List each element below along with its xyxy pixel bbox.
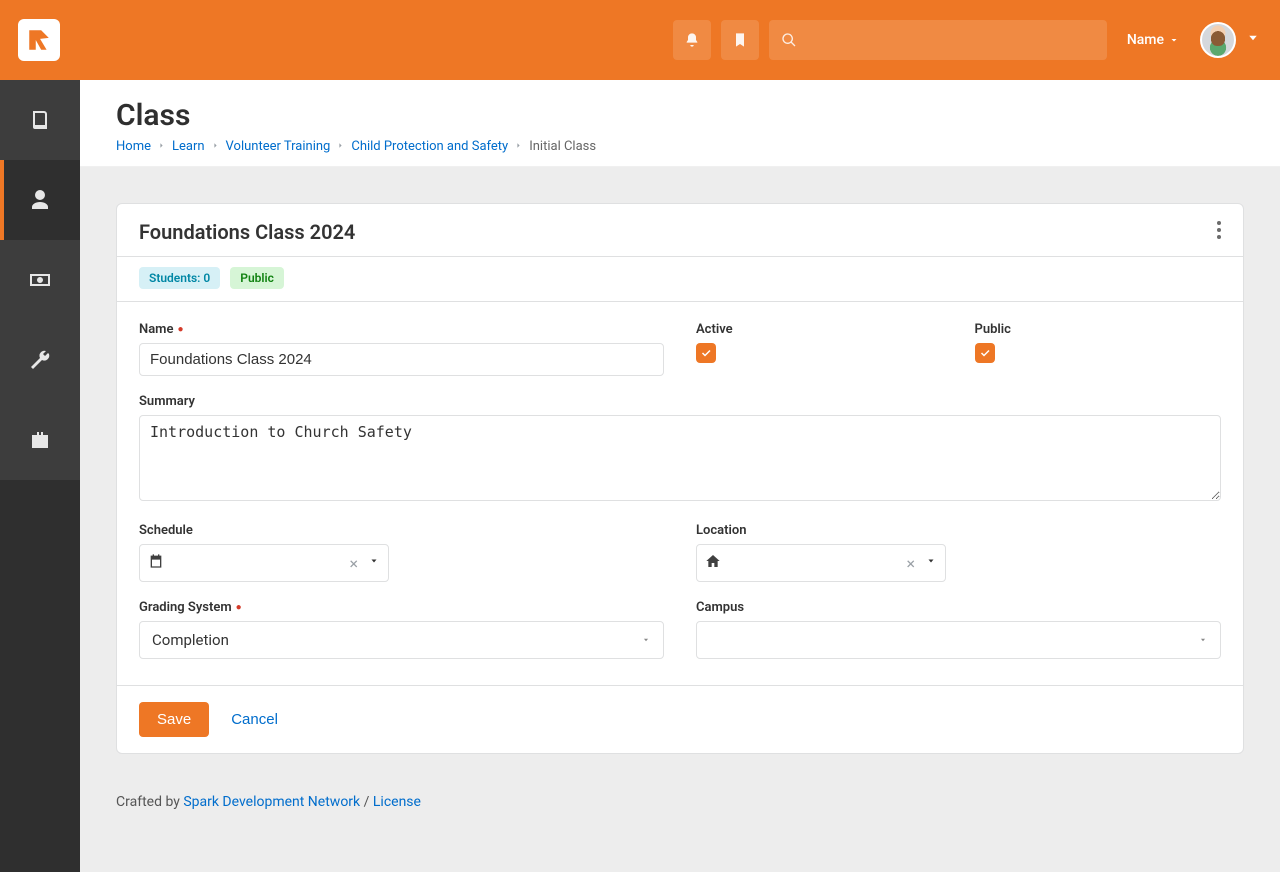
briefcase-icon bbox=[28, 428, 52, 452]
public-badge: Public bbox=[230, 267, 284, 289]
schedule-label: Schedule bbox=[139, 523, 664, 538]
caret-down-icon bbox=[1198, 631, 1208, 649]
grading-label: Grading System● bbox=[139, 600, 664, 615]
sidebar-item-tools[interactable] bbox=[0, 320, 80, 400]
caret-down-icon bbox=[641, 631, 651, 649]
sidebar-item-admin[interactable] bbox=[0, 400, 80, 480]
bookmark-icon bbox=[732, 32, 748, 48]
breadcrumb-child[interactable]: Child Protection and Safety bbox=[351, 139, 508, 154]
notifications-button[interactable] bbox=[673, 20, 711, 60]
active-label: Active bbox=[696, 322, 943, 337]
panel-menu-button[interactable] bbox=[1217, 221, 1221, 243]
grading-value: Completion bbox=[152, 631, 229, 649]
clear-icon[interactable]: × bbox=[904, 554, 917, 573]
campus-select[interactable] bbox=[696, 621, 1221, 659]
page-title: Class bbox=[116, 98, 1244, 133]
book-icon bbox=[28, 108, 52, 132]
avatar[interactable] bbox=[1200, 22, 1236, 58]
chevron-right-icon bbox=[336, 139, 345, 154]
person-icon bbox=[28, 188, 52, 212]
panel-title: Foundations Class 2024 bbox=[139, 220, 355, 244]
caret-down-icon bbox=[368, 555, 380, 571]
sidebar bbox=[0, 80, 80, 872]
rock-logo-icon bbox=[26, 27, 52, 53]
campus-label: Campus bbox=[696, 600, 1221, 615]
chevron-down-icon bbox=[1244, 29, 1262, 47]
search-icon bbox=[781, 32, 797, 48]
global-search[interactable] bbox=[769, 20, 1107, 60]
active-checkbox[interactable] bbox=[696, 343, 716, 363]
spark-link[interactable]: Spark Development Network bbox=[183, 794, 360, 810]
caret-down-icon bbox=[1168, 34, 1180, 46]
chevron-right-icon bbox=[514, 139, 523, 154]
sidebar-item-people[interactable] bbox=[0, 160, 80, 240]
name-field[interactable] bbox=[139, 343, 664, 376]
home-icon bbox=[705, 553, 721, 573]
grading-select[interactable]: Completion bbox=[139, 621, 664, 659]
profile-caret[interactable] bbox=[1244, 29, 1262, 51]
students-badge: Students: 0 bbox=[139, 267, 220, 289]
search-input[interactable] bbox=[805, 31, 1095, 49]
schedule-picker[interactable]: × bbox=[139, 544, 389, 582]
breadcrumb-learn[interactable]: Learn bbox=[172, 139, 205, 154]
chevron-right-icon bbox=[211, 139, 220, 154]
user-menu[interactable]: Name bbox=[1127, 32, 1180, 48]
app-logo[interactable] bbox=[18, 19, 60, 61]
class-panel: Foundations Class 2024 Students: 0 Publi… bbox=[116, 203, 1244, 754]
license-link[interactable]: License bbox=[373, 794, 421, 810]
public-checkbox[interactable] bbox=[975, 343, 995, 363]
page-header: Class Home Learn Volunteer Training Chil… bbox=[80, 80, 1280, 167]
username-label: Name bbox=[1127, 32, 1164, 48]
caret-down-icon bbox=[925, 555, 937, 571]
money-icon bbox=[28, 268, 52, 292]
breadcrumb-current: Initial Class bbox=[529, 139, 596, 154]
bookmarks-button[interactable] bbox=[721, 20, 759, 60]
top-bar: Name bbox=[0, 0, 1280, 80]
breadcrumb: Home Learn Volunteer Training Child Prot… bbox=[116, 139, 1244, 154]
name-label: Name● bbox=[139, 322, 664, 337]
breadcrumb-volunteer[interactable]: Volunteer Training bbox=[226, 139, 331, 154]
location-label: Location bbox=[696, 523, 1221, 538]
clear-icon[interactable]: × bbox=[347, 554, 360, 573]
sidebar-item-finance[interactable] bbox=[0, 240, 80, 320]
kebab-icon bbox=[1217, 221, 1221, 239]
sidebar-item-book[interactable] bbox=[0, 80, 80, 160]
location-picker[interactable]: × bbox=[696, 544, 946, 582]
check-icon bbox=[979, 347, 991, 359]
chevron-right-icon bbox=[157, 139, 166, 154]
wrench-icon bbox=[28, 348, 52, 372]
page-footer: Crafted by Spark Development Network / L… bbox=[116, 794, 1244, 810]
save-button[interactable]: Save bbox=[139, 702, 209, 737]
summary-label: Summary bbox=[139, 394, 1221, 409]
cancel-button[interactable]: Cancel bbox=[231, 711, 278, 728]
calendar-icon bbox=[148, 553, 164, 573]
check-icon bbox=[700, 347, 712, 359]
breadcrumb-home[interactable]: Home bbox=[116, 139, 151, 154]
public-label: Public bbox=[975, 322, 1222, 337]
summary-field[interactable] bbox=[139, 415, 1221, 501]
bell-icon bbox=[684, 32, 700, 48]
